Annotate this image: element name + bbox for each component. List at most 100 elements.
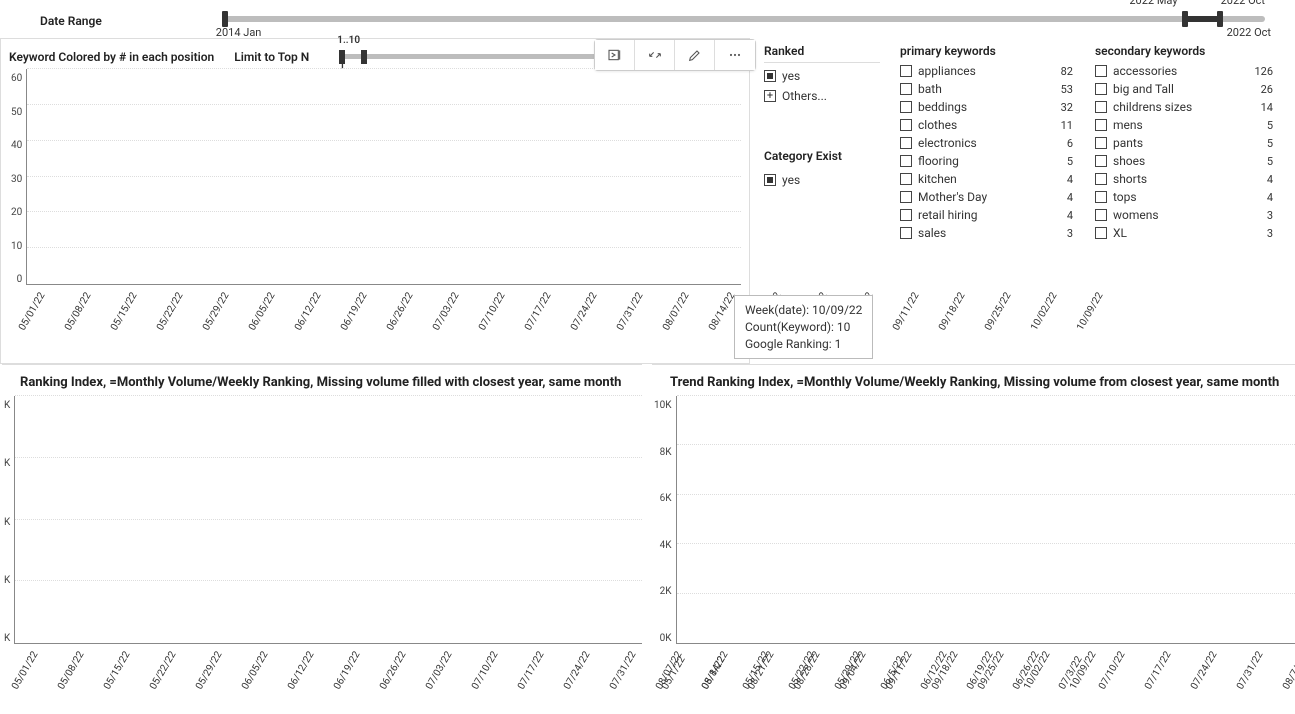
date-range-label: Date Range bbox=[40, 14, 102, 28]
keyword-label: Mother's Day bbox=[918, 190, 987, 204]
primary-keyword-item[interactable]: retail hiring 4 bbox=[900, 208, 1079, 222]
secondary-keyword-item[interactable]: shorts 4 bbox=[1095, 172, 1279, 186]
primary-keyword-item[interactable]: electronics 6 bbox=[900, 136, 1079, 150]
checkbox-icon bbox=[900, 101, 912, 113]
filter-catexist-title: Category Exist bbox=[764, 149, 880, 167]
keyword-label: shoes bbox=[1113, 154, 1145, 168]
filter-catexist-yes-label: yes bbox=[782, 173, 800, 187]
keyword-count: 126 bbox=[1254, 65, 1279, 78]
y-tick: 8K bbox=[660, 447, 672, 458]
keyword-label: pants bbox=[1113, 136, 1143, 150]
keyword-label: electronics bbox=[918, 136, 977, 150]
keyword-label: big and Tall bbox=[1113, 82, 1174, 96]
primary-keyword-item[interactable]: sales 3 bbox=[900, 226, 1079, 240]
checkbox-icon bbox=[1095, 191, 1107, 203]
keyword-label: retail hiring bbox=[918, 208, 977, 222]
toolbar-more-button[interactable] bbox=[715, 40, 755, 70]
checkbox-icon bbox=[1095, 209, 1107, 221]
secondary-keyword-item[interactable]: childrens sizes 14 bbox=[1095, 100, 1279, 114]
chart3-title: Trend Ranking Index, =Monthly Volume/Wee… bbox=[670, 375, 1295, 390]
secondary-keyword-item[interactable]: accessories 126 bbox=[1095, 64, 1279, 78]
checkbox-icon bbox=[1095, 65, 1107, 77]
primary-keyword-item[interactable]: kitchen 4 bbox=[900, 172, 1079, 186]
keyword-label: flooring bbox=[918, 154, 959, 168]
y-tick: 10K bbox=[654, 400, 672, 411]
primary-keyword-item[interactable]: bath 53 bbox=[900, 82, 1079, 96]
y-tick: 20 bbox=[11, 207, 22, 218]
primary-keywords-title: primary keywords bbox=[900, 44, 1079, 58]
secondary-keyword-item[interactable]: XL 3 bbox=[1095, 226, 1279, 240]
y-tick: 10 bbox=[11, 241, 22, 252]
keyword-count: 26 bbox=[1261, 83, 1279, 96]
keyword-count: 3 bbox=[1267, 227, 1279, 240]
chart2-title: Ranking Index, =Monthly Volume/Weekly Ra… bbox=[20, 375, 642, 390]
checkbox-icon bbox=[1095, 101, 1107, 113]
plus-icon bbox=[764, 90, 776, 102]
secondary-keyword-item[interactable]: shoes 5 bbox=[1095, 154, 1279, 168]
chart-tooltip: Week(date): 10/09/22 Count(Keyword): 10 … bbox=[734, 295, 873, 359]
keyword-count: 5 bbox=[1267, 119, 1279, 132]
tooltip-line-3: Google Ranking: 1 bbox=[745, 336, 862, 353]
keyword-count: 32 bbox=[1061, 101, 1079, 114]
keyword-count: 53 bbox=[1061, 83, 1079, 96]
checkbox-icon bbox=[900, 173, 912, 185]
y-tick: 60 bbox=[11, 73, 22, 84]
checkbox-icon bbox=[1095, 137, 1107, 149]
secondary-keyword-item[interactable]: womens 3 bbox=[1095, 208, 1279, 222]
y-tick: K bbox=[4, 458, 10, 469]
topn-label: Limit to Top N bbox=[234, 50, 309, 64]
checkbox-icon bbox=[1095, 173, 1107, 185]
checkbox-icon bbox=[900, 137, 912, 149]
toolbar-edit-button[interactable] bbox=[675, 40, 715, 70]
toolbar-totals-button[interactable] bbox=[595, 40, 635, 70]
chart-ranking-index: Ranking Index, =Monthly Volume/Weekly Ra… bbox=[2, 364, 642, 702]
filter-ranked-yes[interactable]: yes bbox=[764, 69, 880, 83]
primary-keyword-item[interactable]: appliances 82 bbox=[900, 64, 1079, 78]
checkbox-icon bbox=[900, 83, 912, 95]
toolbar-expand-button[interactable] bbox=[635, 40, 675, 70]
keyword-count: 14 bbox=[1261, 101, 1279, 114]
primary-keyword-item[interactable]: Mother's Day 4 bbox=[900, 190, 1079, 204]
y-tick: 2K bbox=[660, 586, 672, 597]
keyword-label: sales bbox=[918, 226, 946, 240]
keyword-count: 4 bbox=[1067, 191, 1079, 204]
secondary-keyword-item[interactable]: mens 5 bbox=[1095, 118, 1279, 132]
keyword-count: 4 bbox=[1067, 209, 1079, 222]
checkbox-icon bbox=[900, 227, 912, 239]
date-range-sel-start: 2022 May bbox=[1129, 0, 1177, 7]
keyword-count: 11 bbox=[1061, 119, 1079, 132]
filter-ranked-others-label: Others... bbox=[782, 89, 827, 103]
chart-trend-ranking-index: Trend Ranking Index, =Monthly Volume/Wee… bbox=[652, 364, 1295, 702]
keyword-count: 5 bbox=[1267, 155, 1279, 168]
y-tick: K bbox=[4, 633, 10, 644]
tooltip-line-1: Week(date): 10/09/22 bbox=[745, 302, 862, 319]
keyword-count: 3 bbox=[1067, 227, 1079, 240]
secondary-keyword-item[interactable]: tops 4 bbox=[1095, 190, 1279, 204]
filter-ranked-others[interactable]: Others... bbox=[764, 89, 880, 103]
y-tick: 50 bbox=[11, 107, 22, 118]
keyword-label: appliances bbox=[918, 64, 976, 78]
y-tick: K bbox=[4, 575, 10, 586]
keyword-label: womens bbox=[1113, 208, 1159, 222]
keyword-count: 4 bbox=[1267, 173, 1279, 186]
checkbox-filled-icon bbox=[764, 70, 776, 82]
secondary-keyword-item[interactable]: big and Tall 26 bbox=[1095, 82, 1279, 96]
keyword-count: 82 bbox=[1061, 65, 1079, 78]
secondary-keyword-item[interactable]: pants 5 bbox=[1095, 136, 1279, 150]
topn-value: 1..10 bbox=[337, 35, 360, 46]
keyword-label: bath bbox=[918, 82, 942, 96]
filter-catexist-yes[interactable]: yes bbox=[764, 173, 880, 187]
date-range-slider[interactable]: 2014 Jan 2022 May 2022 Oct 2022 Oct bbox=[222, 8, 1265, 34]
card-toolbar bbox=[594, 39, 756, 71]
checkbox-icon bbox=[900, 191, 912, 203]
keyword-count: 5 bbox=[1067, 155, 1079, 168]
primary-keyword-item[interactable]: flooring 5 bbox=[900, 154, 1079, 168]
secondary-keywords-title: secondary keywords bbox=[1095, 44, 1279, 58]
filter-ranked-yes-label: yes bbox=[782, 69, 800, 83]
checkbox-icon bbox=[1095, 83, 1107, 95]
keyword-label: XL bbox=[1113, 226, 1127, 240]
keyword-count: 6 bbox=[1067, 137, 1079, 150]
primary-keyword-item[interactable]: clothes 11 bbox=[900, 118, 1079, 132]
primary-keyword-item[interactable]: beddings 32 bbox=[900, 100, 1079, 114]
keyword-count: 3 bbox=[1267, 209, 1279, 222]
